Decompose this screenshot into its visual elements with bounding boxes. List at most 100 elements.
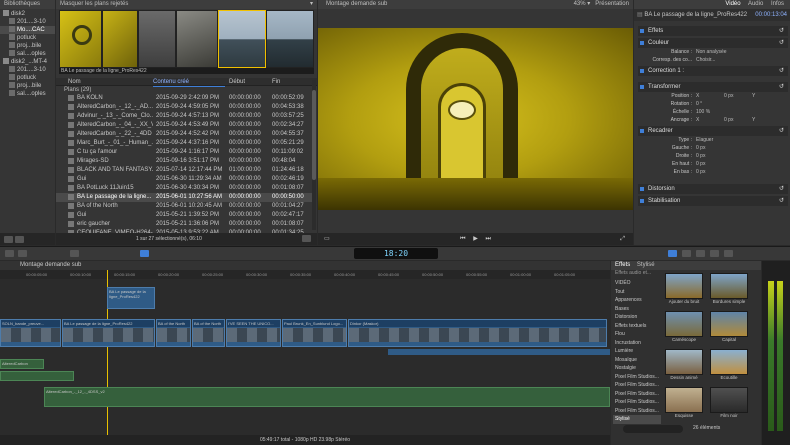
- tab-stylized[interactable]: Stylisé: [637, 262, 655, 268]
- section-distortion[interactable]: Distorsion ↺: [638, 184, 788, 194]
- effect-item[interactable]: Bordures simple: [708, 273, 750, 309]
- effects-category[interactable]: Nostalgie: [613, 364, 661, 373]
- reset-icon[interactable]: ↺: [779, 66, 784, 76]
- effects-category[interactable]: Apparences: [613, 296, 661, 305]
- library-item[interactable]: potluck: [0, 74, 55, 82]
- transitions-icon[interactable]: [682, 250, 691, 257]
- param-value[interactable]: Y: [752, 116, 755, 124]
- audio-clip-2[interactable]: [0, 371, 74, 381]
- param-value[interactable]: 0 px: [696, 168, 705, 176]
- checkbox-icon[interactable]: [640, 129, 644, 133]
- section-color[interactable]: Couleur ↺: [638, 38, 788, 48]
- checkbox-icon[interactable]: [640, 199, 644, 203]
- effect-item[interactable]: Ajouter du bruit: [663, 273, 705, 309]
- browser-row[interactable]: AlteredCarbon_-_12_-_AD... 2015-09-24 4:5…: [56, 103, 312, 112]
- audio-clip-1[interactable]: AlteredCarbon: [0, 359, 44, 369]
- section-crop[interactable]: Recadrer ↺: [638, 126, 788, 136]
- browser-row[interactable]: eric gaucher 2015-05-21 1:36:06 PM 00:00:0…: [56, 220, 312, 229]
- viewer-image[interactable]: [318, 28, 633, 210]
- effects-browser-icon[interactable]: [668, 250, 677, 257]
- param-value[interactable]: 0 px: [724, 116, 733, 124]
- param-value[interactable]: 0 px: [696, 144, 705, 152]
- browser-row[interactable]: BA PotLuck 11Juin15 2015-06-30 4:30:34 PM…: [56, 184, 312, 193]
- browser-row[interactable]: Marc_Burt_-_01_-_Human_... 2015-09-24 4:3…: [56, 139, 312, 148]
- checkbox-icon[interactable]: [640, 41, 644, 45]
- section-correction[interactable]: Correction 1 : ↺: [638, 66, 788, 76]
- column-name[interactable]: Nom: [68, 78, 81, 86]
- effects-category[interactable]: Pixel Film Studios...: [613, 407, 661, 416]
- primary-clip[interactable]: BA of the North: [156, 319, 191, 347]
- browser-row[interactable]: Advinur_-_13_-_Come_Clo... 2015-09-24 4:5…: [56, 112, 312, 121]
- browser-row[interactable]: BA of the North 2015-06-01 10:20:45 AM 00:…: [56, 202, 312, 211]
- browser-row[interactable]: Gui 2015-06-30 11:29:34 AM 00:00:00:00 00:0…: [56, 175, 312, 184]
- checkbox-icon[interactable]: [640, 85, 644, 89]
- param-value[interactable]: X: [696, 92, 699, 100]
- browser-row[interactable]: C tu ça l'amour 2015-09-24 1:16:17 PM 00:0…: [56, 148, 312, 157]
- checkbox-icon[interactable]: [640, 29, 644, 33]
- effects-category[interactable]: Tout: [613, 288, 661, 297]
- titles-icon[interactable]: [696, 250, 705, 257]
- effects-category[interactable]: Stylisé: [613, 415, 661, 424]
- param-value[interactable]: 100 %: [696, 108, 710, 116]
- audio-clip-3[interactable]: AlteredCarbon_-_12_-_4DSS_v2: [44, 387, 610, 407]
- section-transform[interactable]: Transformer ↺: [638, 82, 788, 92]
- library-item[interactable]: sal....oples: [0, 90, 55, 98]
- effects-category[interactable]: Effets textuels: [613, 322, 661, 331]
- effects-category[interactable]: Pixel Film Studios...: [613, 390, 661, 399]
- add-library-icon[interactable]: [4, 236, 13, 243]
- tab-effects[interactable]: Effets: [615, 262, 630, 268]
- effect-item[interactable]: Dessin animé: [663, 349, 705, 385]
- browser-row[interactable]: AlteredCarbon_-_22_-_4DD 2015-09-24 4:52:…: [56, 130, 312, 139]
- primary-clip[interactable]: BA of the North: [192, 319, 225, 347]
- effects-category[interactable]: Flou: [613, 330, 661, 339]
- tab-video[interactable]: Vidéo: [725, 1, 740, 7]
- reset-icon[interactable]: ↺: [779, 26, 784, 36]
- timecode-display[interactable]: 18:20: [354, 248, 438, 259]
- library-item[interactable]: disk2_...MT-4: [0, 58, 55, 66]
- effects-category[interactable]: VIDÉO: [613, 279, 661, 288]
- keyword-icon[interactable]: [18, 250, 27, 257]
- library-item[interactable]: potluck: [0, 34, 55, 42]
- library-item[interactable]: sal....oples: [0, 50, 55, 58]
- gear-icon[interactable]: [14, 236, 24, 243]
- effects-category[interactable]: Bases: [613, 305, 661, 314]
- play-icon[interactable]: ▶: [473, 236, 478, 242]
- browser-row[interactable]: AlteredCarbon_-_04_-_XX_VII 2015-09-24 4:…: [56, 121, 312, 130]
- themes-icon[interactable]: [724, 250, 733, 257]
- library-item[interactable]: 201....3-10: [0, 18, 55, 26]
- reset-icon[interactable]: ↺: [779, 196, 784, 206]
- reset-icon[interactable]: ↺: [779, 184, 784, 194]
- param-value[interactable]: 0 px: [724, 92, 733, 100]
- view-menu[interactable]: Présentation: [595, 1, 629, 7]
- param-value[interactable]: Y: [752, 92, 755, 100]
- column-end[interactable]: Fin: [272, 78, 280, 86]
- blue-bar[interactable]: [388, 349, 610, 355]
- primary-clip[interactable]: Dinkor (Maskor): [348, 319, 607, 347]
- transform-tool-icon[interactable]: ▭: [324, 233, 330, 245]
- tab-audio[interactable]: Audio: [748, 1, 763, 7]
- library-item[interactable]: disk2: [0, 10, 55, 18]
- section-stabilization[interactable]: Stabilisation ↺: [638, 196, 788, 206]
- checkbox-icon[interactable]: [640, 69, 644, 73]
- param-value[interactable]: 0 px: [696, 160, 705, 168]
- effect-item[interactable]: Caméscope: [663, 311, 705, 347]
- param-value[interactable]: Elaguer: [696, 136, 713, 144]
- primary-clip[interactable]: I'VE SEEN THE UNICO...: [226, 319, 281, 347]
- filmstrip[interactable]: BA Le passage de la ligne_ProRes422: [59, 10, 314, 74]
- effects-category[interactable]: Lumière: [613, 347, 661, 356]
- arrow-tool-icon[interactable]: [140, 250, 149, 257]
- effects-category[interactable]: Distorsion: [613, 313, 661, 322]
- checkbox-icon[interactable]: [640, 187, 644, 191]
- timeline-ruler[interactable]: 00:00:05:00 00:00:10:00 00:00:15:00 00:00:2…: [0, 270, 610, 279]
- library-item[interactable]: proj...bile: [0, 42, 55, 50]
- browser-filter[interactable]: Masquer les plans rejetés ▾: [56, 0, 317, 9]
- column-start[interactable]: Début: [229, 78, 245, 86]
- effects-category[interactable]: Incrustation: [613, 339, 661, 348]
- reset-icon[interactable]: ↺: [779, 82, 784, 92]
- browser-row[interactable]: Gui 2015-05-21 1:39:52 PM 00:00:00:00 00:02…: [56, 211, 312, 220]
- browser-row[interactable]: Mirages-SD 2015-09-16 3:51:17 PM 00:00:00:…: [56, 157, 312, 166]
- section-effects[interactable]: Effets ↺: [638, 26, 788, 36]
- browser-scrollbar[interactable]: [312, 80, 316, 230]
- effect-item[interactable]: Film noir: [708, 387, 750, 423]
- connected-clip[interactable]: BA Le passage de la ligne_ProRes422: [107, 287, 155, 309]
